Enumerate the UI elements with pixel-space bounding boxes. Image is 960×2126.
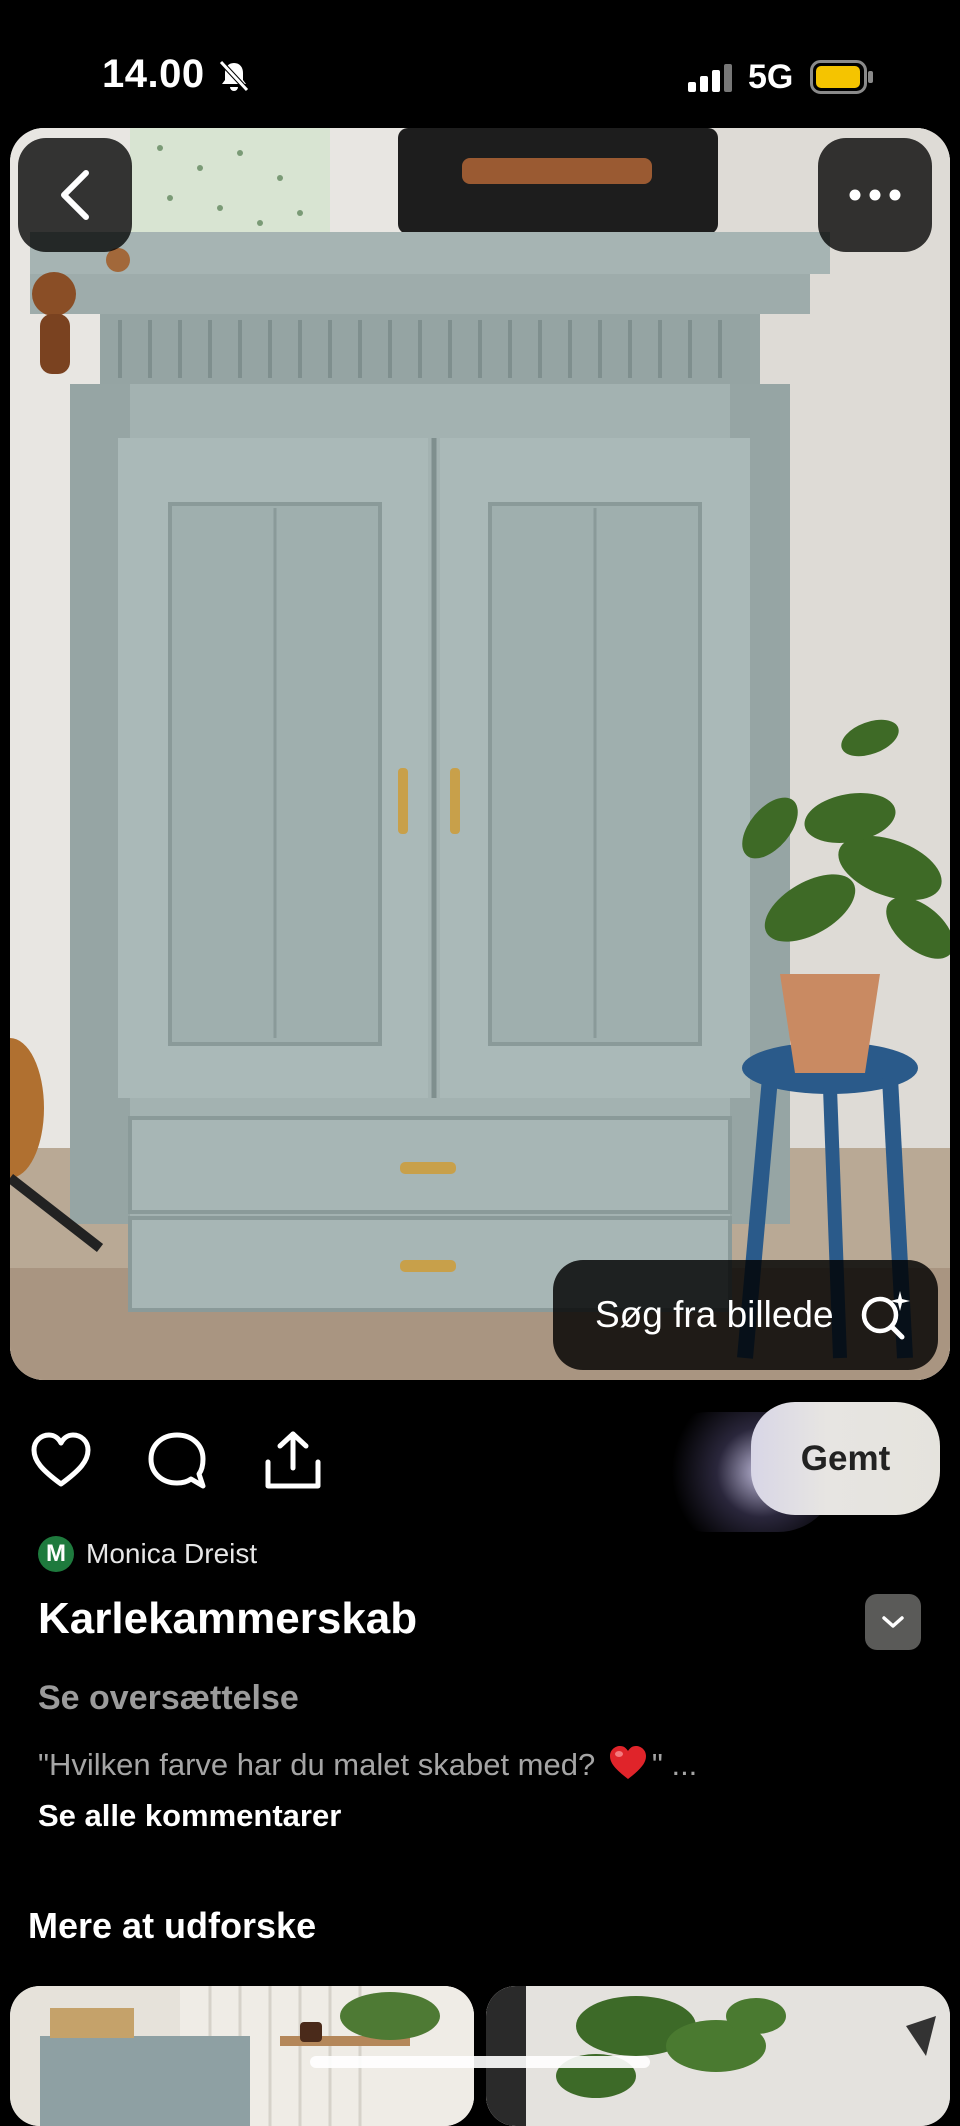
save-button[interactable]: Gemt [751, 1402, 940, 1515]
search-from-image-button[interactable]: Søg fra billede [553, 1260, 938, 1370]
avatar: M [38, 1536, 74, 1572]
signal-icon [688, 64, 732, 92]
search-from-image-label: Søg fra billede [595, 1294, 834, 1335]
comment-text: "Hvilken farve har du malet skabet med? [38, 1747, 596, 1782]
pin-title: Karlekammerskab [38, 1594, 418, 1643]
more-icon [849, 189, 901, 201]
comment-text-end: " ... [651, 1747, 698, 1782]
pin-actions: Gemt [0, 1400, 960, 1532]
battery-icon [810, 60, 873, 94]
author-row[interactable]: M Monica Dreist [38, 1536, 257, 1572]
comment-icon[interactable] [146, 1430, 208, 1492]
author-name: Monica Dreist [86, 1538, 258, 1569]
status-time: 14.00 [102, 52, 205, 96]
heart-icon[interactable] [30, 1430, 92, 1492]
home-indicator[interactable] [310, 2056, 650, 2068]
pin-image[interactable]: Søg fra billede [10, 128, 950, 1380]
expand-details-button[interactable] [865, 1594, 921, 1650]
chevron-down-icon [882, 1616, 904, 1628]
visual-search-icon [861, 1291, 910, 1340]
more-options-button[interactable] [818, 138, 932, 252]
cabinet-photo [10, 128, 950, 1380]
back-button[interactable] [18, 138, 132, 252]
bell-slash-icon [219, 60, 249, 92]
see-translation-link[interactable]: Se oversættelse [38, 1679, 299, 1718]
share-icon[interactable] [262, 1430, 324, 1492]
network-type: 5G [748, 58, 794, 96]
explore-heading: Mere at udforske [28, 1905, 317, 1946]
comment-preview[interactable]: "Hvilken farve har du malet skabet med? … [38, 1745, 697, 1783]
chevron-left-icon [61, 170, 89, 220]
status-bar: 14.00 5G [0, 0, 960, 130]
red-heart-emoji-icon [609, 1746, 646, 1779]
see-all-comments-link[interactable]: Se alle kommentarer [38, 1798, 341, 1834]
